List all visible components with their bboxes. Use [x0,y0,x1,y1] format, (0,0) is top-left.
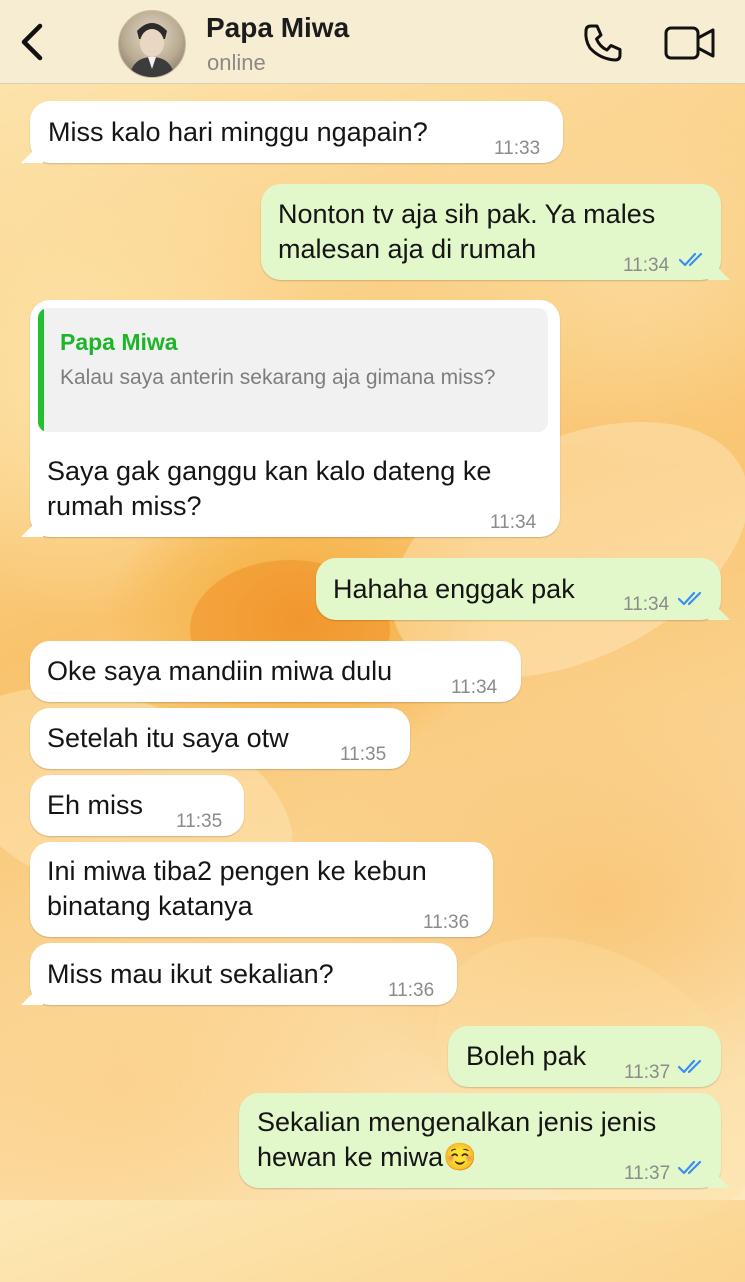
incoming-message[interactable]: Eh miss 11:35 [30,775,244,836]
message-text: hewan ke miwa☺️ [257,1142,477,1172]
message-text: Ini miwa tiba2 pengen ke kebun [47,856,427,886]
double-check-icon [678,1160,702,1175]
message-time: 11:37 [624,1062,671,1083]
contact-status: online [207,50,266,75]
contact-avatar[interactable] [118,10,186,78]
incoming-message[interactable]: Papa Miwa Kalau saya anterin sekarang aj… [30,300,560,537]
quote-accent-bar [38,308,44,432]
voice-call-button[interactable] [582,22,624,64]
incoming-message[interactable]: Miss mau ikut sekalian? 11:36 [30,943,457,1005]
message-time: 11:36 [423,912,470,933]
message-text: Hahaha enggak pak [333,574,575,604]
outgoing-message[interactable]: Nonton tv aja sih pak. Ya males malesan … [261,184,721,280]
incoming-message[interactable]: Ini miwa tiba2 pengen ke kebun binatang … [30,842,493,937]
message-text: malesan aja di rumah [278,234,537,264]
message-text: Miss mau ikut sekalian? [47,959,334,989]
message-text: binatang katanya [47,891,253,921]
quoted-message[interactable]: Papa Miwa Kalau saya anterin sekarang aj… [38,308,548,432]
video-call-button[interactable] [664,24,716,62]
double-check-icon [679,252,703,267]
contact-name[interactable]: Papa Miwa [206,12,349,44]
message-text: Nonton tv aja sih pak. Ya males [278,199,656,229]
chevron-left-icon [21,23,43,61]
message-text: Setelah itu saya otw [47,723,289,753]
incoming-message[interactable]: Setelah itu saya otw 11:35 [30,708,410,769]
message-time: 11:35 [176,811,223,832]
outgoing-message[interactable]: Hahaha enggak pak 11:34 [316,558,721,620]
message-time: 11:34 [490,512,537,533]
message-time: 11:35 [340,744,387,765]
phone-icon [584,24,622,62]
message-text: Eh miss [47,790,144,820]
double-check-icon [678,591,702,606]
message-time: 11:34 [451,677,498,698]
message-text: Saya gak ganggu kan kalo dateng ke [47,456,492,486]
message-time: 11:36 [388,980,435,1001]
back-button[interactable] [14,22,50,62]
message-text: Miss kalo hari minggu ngapain? [48,117,428,147]
incoming-message[interactable]: Miss kalo hari minggu ngapain? 11:33 [30,101,563,163]
message-text: Sekalian mengenalkan jenis jenis [257,1107,657,1137]
message-text: rumah miss? [47,491,202,521]
chat-header: Papa Miwa online [0,0,745,84]
quoted-author: Papa Miwa [60,329,178,355]
message-time: 11:34 [623,255,670,276]
video-camera-icon [664,26,715,60]
message-text: Boleh pak [466,1041,587,1071]
quoted-text: Kalau saya anterin sekarang aja gimana m… [60,366,496,389]
message-time: 11:33 [494,138,541,159]
message-time: 11:34 [623,594,670,615]
double-check-icon [678,1059,702,1074]
message-time: 11:37 [624,1163,671,1184]
incoming-message[interactable]: Oke saya mandiin miwa dulu 11:34 [30,641,521,702]
outgoing-message[interactable]: Sekalian mengenalkan jenis jenis hewan k… [239,1093,721,1188]
outgoing-message[interactable]: Boleh pak 11:37 [448,1026,721,1087]
message-text: Oke saya mandiin miwa dulu [47,656,393,686]
